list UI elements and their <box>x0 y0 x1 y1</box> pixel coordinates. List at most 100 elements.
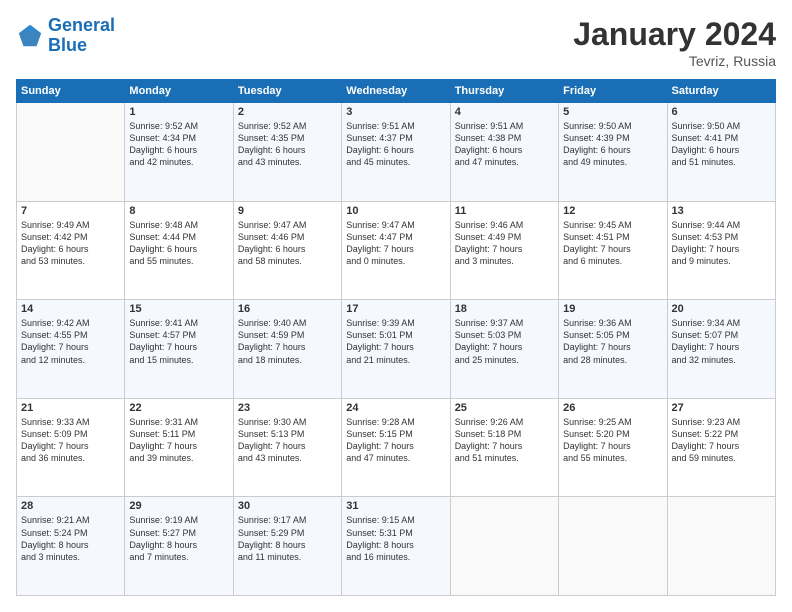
day-info: Sunrise: 9:23 AMSunset: 5:22 PMDaylight:… <box>672 416 771 465</box>
day-info: Sunrise: 9:42 AMSunset: 4:55 PMDaylight:… <box>21 317 120 366</box>
day-number: 5 <box>563 106 662 118</box>
calendar-cell: 2 Sunrise: 9:52 AMSunset: 4:35 PMDaylight… <box>233 103 341 202</box>
day-header-sunday: Sunday <box>17 80 125 103</box>
day-info: Sunrise: 9:52 AMSunset: 4:35 PMDaylight:… <box>238 120 337 169</box>
calendar-cell: 14 Sunrise: 9:42 AMSunset: 4:55 PMDayligh… <box>17 300 125 399</box>
day-number: 23 <box>238 402 337 414</box>
calendar-cell: 23 Sunrise: 9:30 AMSunset: 5:13 PMDayligh… <box>233 398 341 497</box>
day-header-saturday: Saturday <box>667 80 775 103</box>
day-info: Sunrise: 9:44 AMSunset: 4:53 PMDaylight:… <box>672 219 771 268</box>
day-number: 25 <box>455 402 554 414</box>
day-number: 31 <box>346 500 445 512</box>
day-info: Sunrise: 9:30 AMSunset: 5:13 PMDaylight:… <box>238 416 337 465</box>
calendar-week-5: 28 Sunrise: 9:21 AMSunset: 5:24 PMDayligh… <box>17 497 776 596</box>
calendar-cell: 20 Sunrise: 9:34 AMSunset: 5:07 PMDayligh… <box>667 300 775 399</box>
logo-text: General Blue <box>48 16 115 56</box>
day-number: 11 <box>455 205 554 217</box>
day-info: Sunrise: 9:21 AMSunset: 5:24 PMDaylight:… <box>21 514 120 563</box>
day-info: Sunrise: 9:33 AMSunset: 5:09 PMDaylight:… <box>21 416 120 465</box>
calendar-cell: 8 Sunrise: 9:48 AMSunset: 4:44 PMDaylight… <box>125 201 233 300</box>
calendar-cell: 12 Sunrise: 9:45 AMSunset: 4:51 PMDayligh… <box>559 201 667 300</box>
day-info: Sunrise: 9:39 AMSunset: 5:01 PMDaylight:… <box>346 317 445 366</box>
day-number: 10 <box>346 205 445 217</box>
day-info: Sunrise: 9:28 AMSunset: 5:15 PMDaylight:… <box>346 416 445 465</box>
day-number: 14 <box>21 303 120 315</box>
calendar-cell <box>450 497 558 596</box>
calendar-cell <box>17 103 125 202</box>
day-info: Sunrise: 9:31 AMSunset: 5:11 PMDaylight:… <box>129 416 228 465</box>
day-info: Sunrise: 9:26 AMSunset: 5:18 PMDaylight:… <box>455 416 554 465</box>
calendar-cell: 15 Sunrise: 9:41 AMSunset: 4:57 PMDayligh… <box>125 300 233 399</box>
calendar-cell: 13 Sunrise: 9:44 AMSunset: 4:53 PMDayligh… <box>667 201 775 300</box>
day-number: 13 <box>672 205 771 217</box>
month-title: January 2024 <box>573 16 776 53</box>
calendar-cell: 6 Sunrise: 9:50 AMSunset: 4:41 PMDaylight… <box>667 103 775 202</box>
location: Tevriz, Russia <box>573 53 776 69</box>
day-number: 2 <box>238 106 337 118</box>
day-info: Sunrise: 9:45 AMSunset: 4:51 PMDaylight:… <box>563 219 662 268</box>
day-header-tuesday: Tuesday <box>233 80 341 103</box>
day-info: Sunrise: 9:46 AMSunset: 4:49 PMDaylight:… <box>455 219 554 268</box>
day-number: 8 <box>129 205 228 217</box>
calendar-cell: 19 Sunrise: 9:36 AMSunset: 5:05 PMDayligh… <box>559 300 667 399</box>
day-info: Sunrise: 9:41 AMSunset: 4:57 PMDaylight:… <box>129 317 228 366</box>
calendar-cell: 16 Sunrise: 9:40 AMSunset: 4:59 PMDayligh… <box>233 300 341 399</box>
logo: General Blue <box>16 16 115 56</box>
day-info: Sunrise: 9:47 AMSunset: 4:47 PMDaylight:… <box>346 219 445 268</box>
day-info: Sunrise: 9:15 AMSunset: 5:31 PMDaylight:… <box>346 514 445 563</box>
day-number: 28 <box>21 500 120 512</box>
header: General Blue January 2024 Tevriz, Russia <box>16 16 776 69</box>
calendar-cell: 18 Sunrise: 9:37 AMSunset: 5:03 PMDayligh… <box>450 300 558 399</box>
day-number: 16 <box>238 303 337 315</box>
calendar-cell: 9Sunrise: 9:47 AMSunset: 4:46 PMDaylight… <box>233 201 341 300</box>
day-number: 7 <box>21 205 120 217</box>
title-area: January 2024 Tevriz, Russia <box>573 16 776 69</box>
logo-icon <box>16 22 44 50</box>
day-info: Sunrise: 9:40 AMSunset: 4:59 PMDaylight:… <box>238 317 337 366</box>
calendar-cell: 31 Sunrise: 9:15 AMSunset: 5:31 PMDayligh… <box>342 497 450 596</box>
calendar-cell: 28 Sunrise: 9:21 AMSunset: 5:24 PMDayligh… <box>17 497 125 596</box>
calendar-cell: 10 Sunrise: 9:47 AMSunset: 4:47 PMDayligh… <box>342 201 450 300</box>
day-number: 19 <box>563 303 662 315</box>
day-number: 12 <box>563 205 662 217</box>
calendar-cell: 24Sunrise: 9:28 AMSunset: 5:15 PMDayligh… <box>342 398 450 497</box>
day-number: 3 <box>346 106 445 118</box>
day-header-wednesday: Wednesday <box>342 80 450 103</box>
day-info: Sunrise: 9:37 AMSunset: 5:03 PMDaylight:… <box>455 317 554 366</box>
calendar-week-1: 1 Sunrise: 9:52 AMSunset: 4:34 PMDaylight… <box>17 103 776 202</box>
calendar-cell: 22Sunrise: 9:31 AMSunset: 5:11 PMDayligh… <box>125 398 233 497</box>
day-info: Sunrise: 9:34 AMSunset: 5:07 PMDaylight:… <box>672 317 771 366</box>
day-header-thursday: Thursday <box>450 80 558 103</box>
calendar-cell: 26Sunrise: 9:25 AMSunset: 5:20 PMDayligh… <box>559 398 667 497</box>
day-number: 30 <box>238 500 337 512</box>
day-info: Sunrise: 9:50 AMSunset: 4:39 PMDaylight:… <box>563 120 662 169</box>
day-info: Sunrise: 9:48 AMSunset: 4:44 PMDaylight:… <box>129 219 228 268</box>
day-number: 21 <box>21 402 120 414</box>
day-number: 20 <box>672 303 771 315</box>
day-info: Sunrise: 9:51 AMSunset: 4:38 PMDaylight:… <box>455 120 554 169</box>
calendar-cell <box>667 497 775 596</box>
calendar-table: SundayMondayTuesdayWednesdayThursdayFrid… <box>16 79 776 596</box>
day-info: Sunrise: 9:17 AMSunset: 5:29 PMDaylight:… <box>238 514 337 563</box>
calendar-week-3: 14 Sunrise: 9:42 AMSunset: 4:55 PMDayligh… <box>17 300 776 399</box>
day-number: 18 <box>455 303 554 315</box>
calendar-cell: 21 Sunrise: 9:33 AMSunset: 5:09 PMDayligh… <box>17 398 125 497</box>
day-number: 27 <box>672 402 771 414</box>
calendar-cell: 7 Sunrise: 9:49 AMSunset: 4:42 PMDaylight… <box>17 201 125 300</box>
day-info: Sunrise: 9:50 AMSunset: 4:41 PMDaylight:… <box>672 120 771 169</box>
day-info: Sunrise: 9:49 AMSunset: 4:42 PMDaylight:… <box>21 219 120 268</box>
day-info: Sunrise: 9:19 AMSunset: 5:27 PMDaylight:… <box>129 514 228 563</box>
day-number: 15 <box>129 303 228 315</box>
calendar-cell <box>559 497 667 596</box>
day-info: Sunrise: 9:36 AMSunset: 5:05 PMDaylight:… <box>563 317 662 366</box>
day-number: 6 <box>672 106 771 118</box>
calendar-cell: 4Sunrise: 9:51 AMSunset: 4:38 PMDaylight… <box>450 103 558 202</box>
day-info: Sunrise: 9:25 AMSunset: 5:20 PMDaylight:… <box>563 416 662 465</box>
calendar-cell: 11 Sunrise: 9:46 AMSunset: 4:49 PMDayligh… <box>450 201 558 300</box>
calendar-cell: 17Sunrise: 9:39 AMSunset: 5:01 PMDayligh… <box>342 300 450 399</box>
day-number: 1 <box>129 106 228 118</box>
day-header-friday: Friday <box>559 80 667 103</box>
day-info: Sunrise: 9:51 AMSunset: 4:37 PMDaylight:… <box>346 120 445 169</box>
logo-general: General <box>48 15 115 35</box>
day-info: Sunrise: 9:52 AMSunset: 4:34 PMDaylight:… <box>129 120 228 169</box>
